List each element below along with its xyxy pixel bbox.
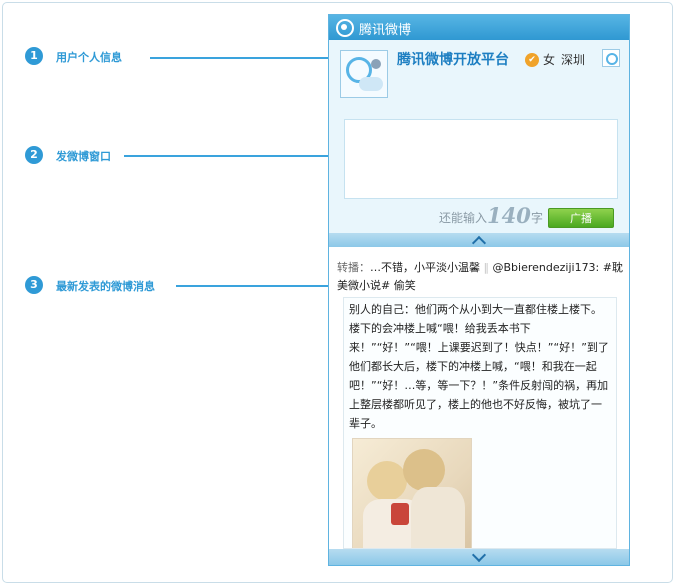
- tencent-weibo-logo-icon: [336, 19, 354, 37]
- avatar-cloud-icon: [359, 77, 383, 91]
- weibo-widget: 腾讯微博 腾讯微博开放平台 ✔ 女 深圳 还能输入 140 字 广播 转播：…不…: [328, 14, 630, 566]
- figure-head-left: [367, 461, 407, 501]
- profile-name[interactable]: 腾讯微博开放平台: [397, 49, 509, 69]
- widget-header: 腾讯微博: [329, 15, 629, 40]
- verified-badge-icon: ✔: [525, 53, 539, 67]
- compose-textarea[interactable]: [344, 119, 618, 199]
- remaining-count-prefix: 还能输入: [439, 211, 488, 225]
- avatar[interactable]: [340, 50, 388, 98]
- avatar-dot-icon: [371, 59, 381, 69]
- profile-gender: 女: [543, 53, 556, 67]
- repost-line: 转播：…不错，小平淡小温馨 ‖ @Bbierendeziji173: #耽美微小…: [337, 259, 623, 295]
- callout-1-badge: 1: [25, 47, 43, 65]
- expand-bar[interactable]: [329, 547, 629, 565]
- callout-2-badge: 2: [25, 146, 43, 164]
- profile-city: 深圳: [561, 53, 586, 67]
- original-post: 别人的自己：他们两个从小到大一直都住楼上楼下。楼下的会冲楼上喊“喂！给我丢本书下…: [343, 297, 617, 549]
- figure-head-right: [403, 449, 445, 491]
- original-post-text: 别人的自己：他们两个从小到大一直都住楼上楼下。楼下的会冲楼上喊“喂！给我丢本书下…: [349, 303, 609, 430]
- collapse-bar[interactable]: [329, 233, 629, 251]
- emoji-text: 偷笑: [393, 279, 416, 292]
- callout-3-badge: 3: [25, 276, 43, 294]
- broadcast-button[interactable]: 广播: [548, 208, 614, 228]
- callout-2-label: 发微博窗口: [56, 150, 111, 163]
- chevron-down-icon[interactable]: [471, 547, 487, 563]
- callout-1-label: 用户个人信息: [56, 51, 122, 64]
- weibo-link-icon[interactable]: [602, 49, 620, 67]
- repost-label: 转播：: [337, 261, 370, 274]
- mention-link[interactable]: @Bbierendeziji173:: [493, 261, 600, 274]
- figure-body-right: [411, 487, 465, 548]
- user-profile: 腾讯微博开放平台 ✔ 女 深圳: [329, 40, 629, 120]
- post-image[interactable]: [352, 438, 472, 548]
- repost-separator: ‖: [483, 261, 490, 274]
- repost-text: …不错，小平淡小温馨: [370, 261, 480, 274]
- latest-post-feed: 转播：…不错，小平淡小温馨 ‖ @Bbierendeziji173: #耽美微小…: [329, 247, 629, 549]
- remaining-count-number: 140: [487, 203, 531, 228]
- remaining-count-unit: 字: [531, 211, 544, 225]
- figure-scarf: [391, 503, 409, 525]
- widget-title: 腾讯微博: [359, 23, 412, 38]
- callout-3-label: 最新发表的微博消息: [56, 280, 155, 293]
